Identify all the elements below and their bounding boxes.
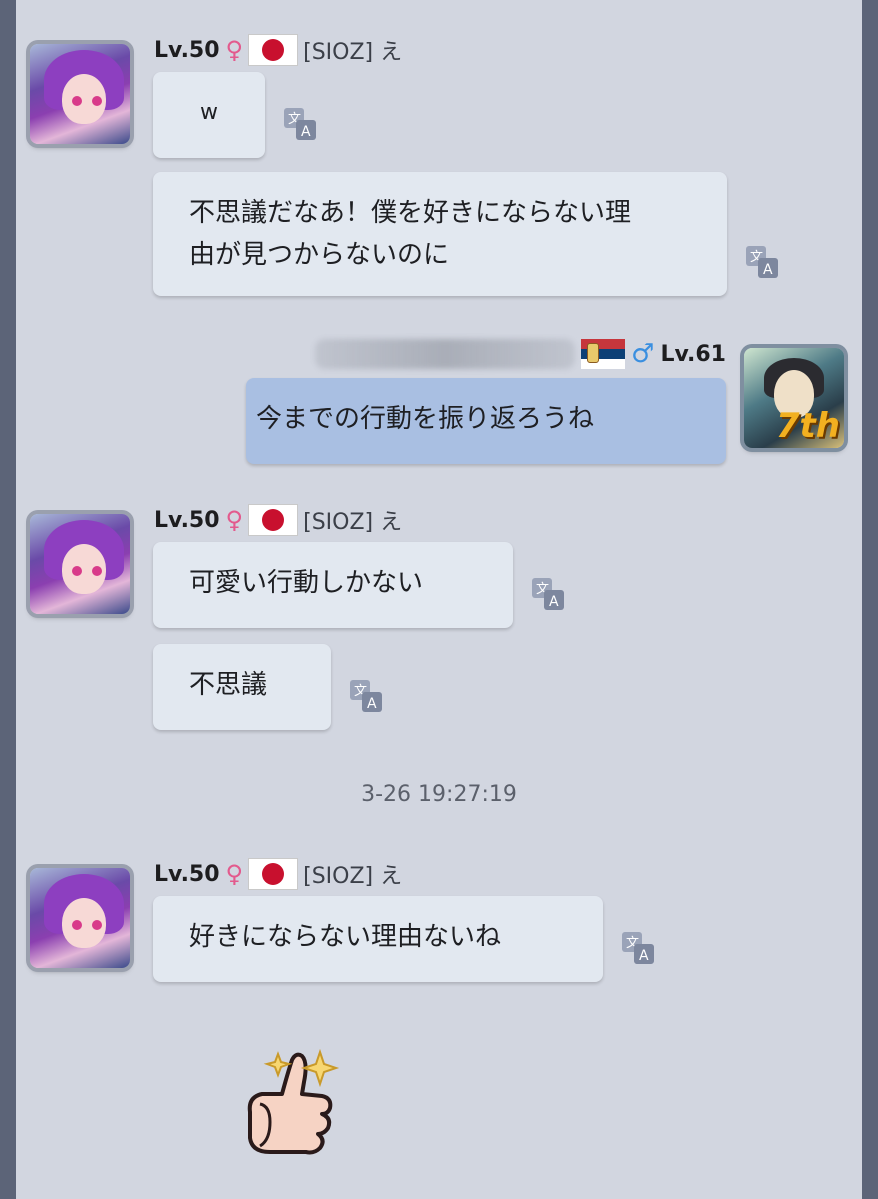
translate-icon[interactable]: 文 A (620, 930, 656, 966)
avatar-sioz[interactable] (30, 44, 130, 144)
chat-bubble[interactable]: 不思議だなあ！僕を好きにならない理 由が見つからないのに (153, 172, 727, 296)
male-icon: ♂ (631, 339, 655, 369)
level-label: Lv.50 (154, 37, 220, 63)
username: [SIOZ] え (303, 864, 403, 889)
chat-bubble[interactable]: 不思議 (153, 644, 331, 730)
level-label: Lv.61 (660, 341, 726, 367)
serbia-flag-icon (581, 339, 626, 369)
username: [SIOZ] え (303, 40, 403, 65)
chat-bubble[interactable]: 可愛い行動しかない (153, 542, 513, 628)
thumbs-up-sparkle-sticker[interactable] (230, 1042, 360, 1162)
level-label: Lv.50 (154, 861, 220, 887)
female-icon: ♀ (225, 506, 244, 534)
level-label: Lv.50 (154, 507, 220, 533)
svg-text:A: A (549, 594, 559, 610)
svg-text:A: A (367, 696, 377, 712)
japan-flag-icon (249, 505, 298, 535)
avatar-self[interactable]: 7th (744, 348, 844, 448)
message-header: Lv.50 ♀ [SIOZ] え (154, 504, 402, 536)
translate-icon[interactable]: 文 A (282, 106, 318, 142)
svg-text:A: A (639, 948, 649, 964)
japan-flag-icon (249, 35, 298, 65)
female-icon: ♀ (225, 36, 244, 64)
avatar-sioz[interactable] (30, 868, 130, 968)
chat-bubble[interactable]: w (153, 72, 265, 158)
chat-panel: Lv.50 ♀ [SIOZ] え w 文 A 不思議だなあ！僕を好きにならない理… (16, 0, 862, 1199)
chat-bubble-self[interactable]: 今までの行動を振り返ろうね (246, 378, 726, 464)
translate-icon[interactable]: 文 A (530, 576, 566, 612)
timestamp: 3-26 19:27:19 (361, 782, 517, 807)
blurred-username (315, 339, 576, 369)
avatar-sioz[interactable] (30, 514, 130, 614)
message-header: Lv.50 ♀ [SIOZ] え (154, 858, 402, 890)
translate-icon[interactable]: 文 A (744, 244, 780, 280)
female-icon: ♀ (225, 860, 244, 888)
message-header: Lv.50 ♀ [SIOZ] え (154, 34, 402, 66)
svg-text:A: A (763, 262, 773, 278)
message-header-self: ♂ Lv.61 (315, 338, 726, 370)
japan-flag-icon (249, 859, 298, 889)
chat-bubble[interactable]: 好きにならない理由ないね (153, 896, 603, 982)
translate-icon[interactable]: 文 A (348, 678, 384, 714)
7th-badge: 7th (775, 406, 840, 446)
svg-text:A: A (301, 124, 311, 140)
username: [SIOZ] え (303, 510, 403, 535)
